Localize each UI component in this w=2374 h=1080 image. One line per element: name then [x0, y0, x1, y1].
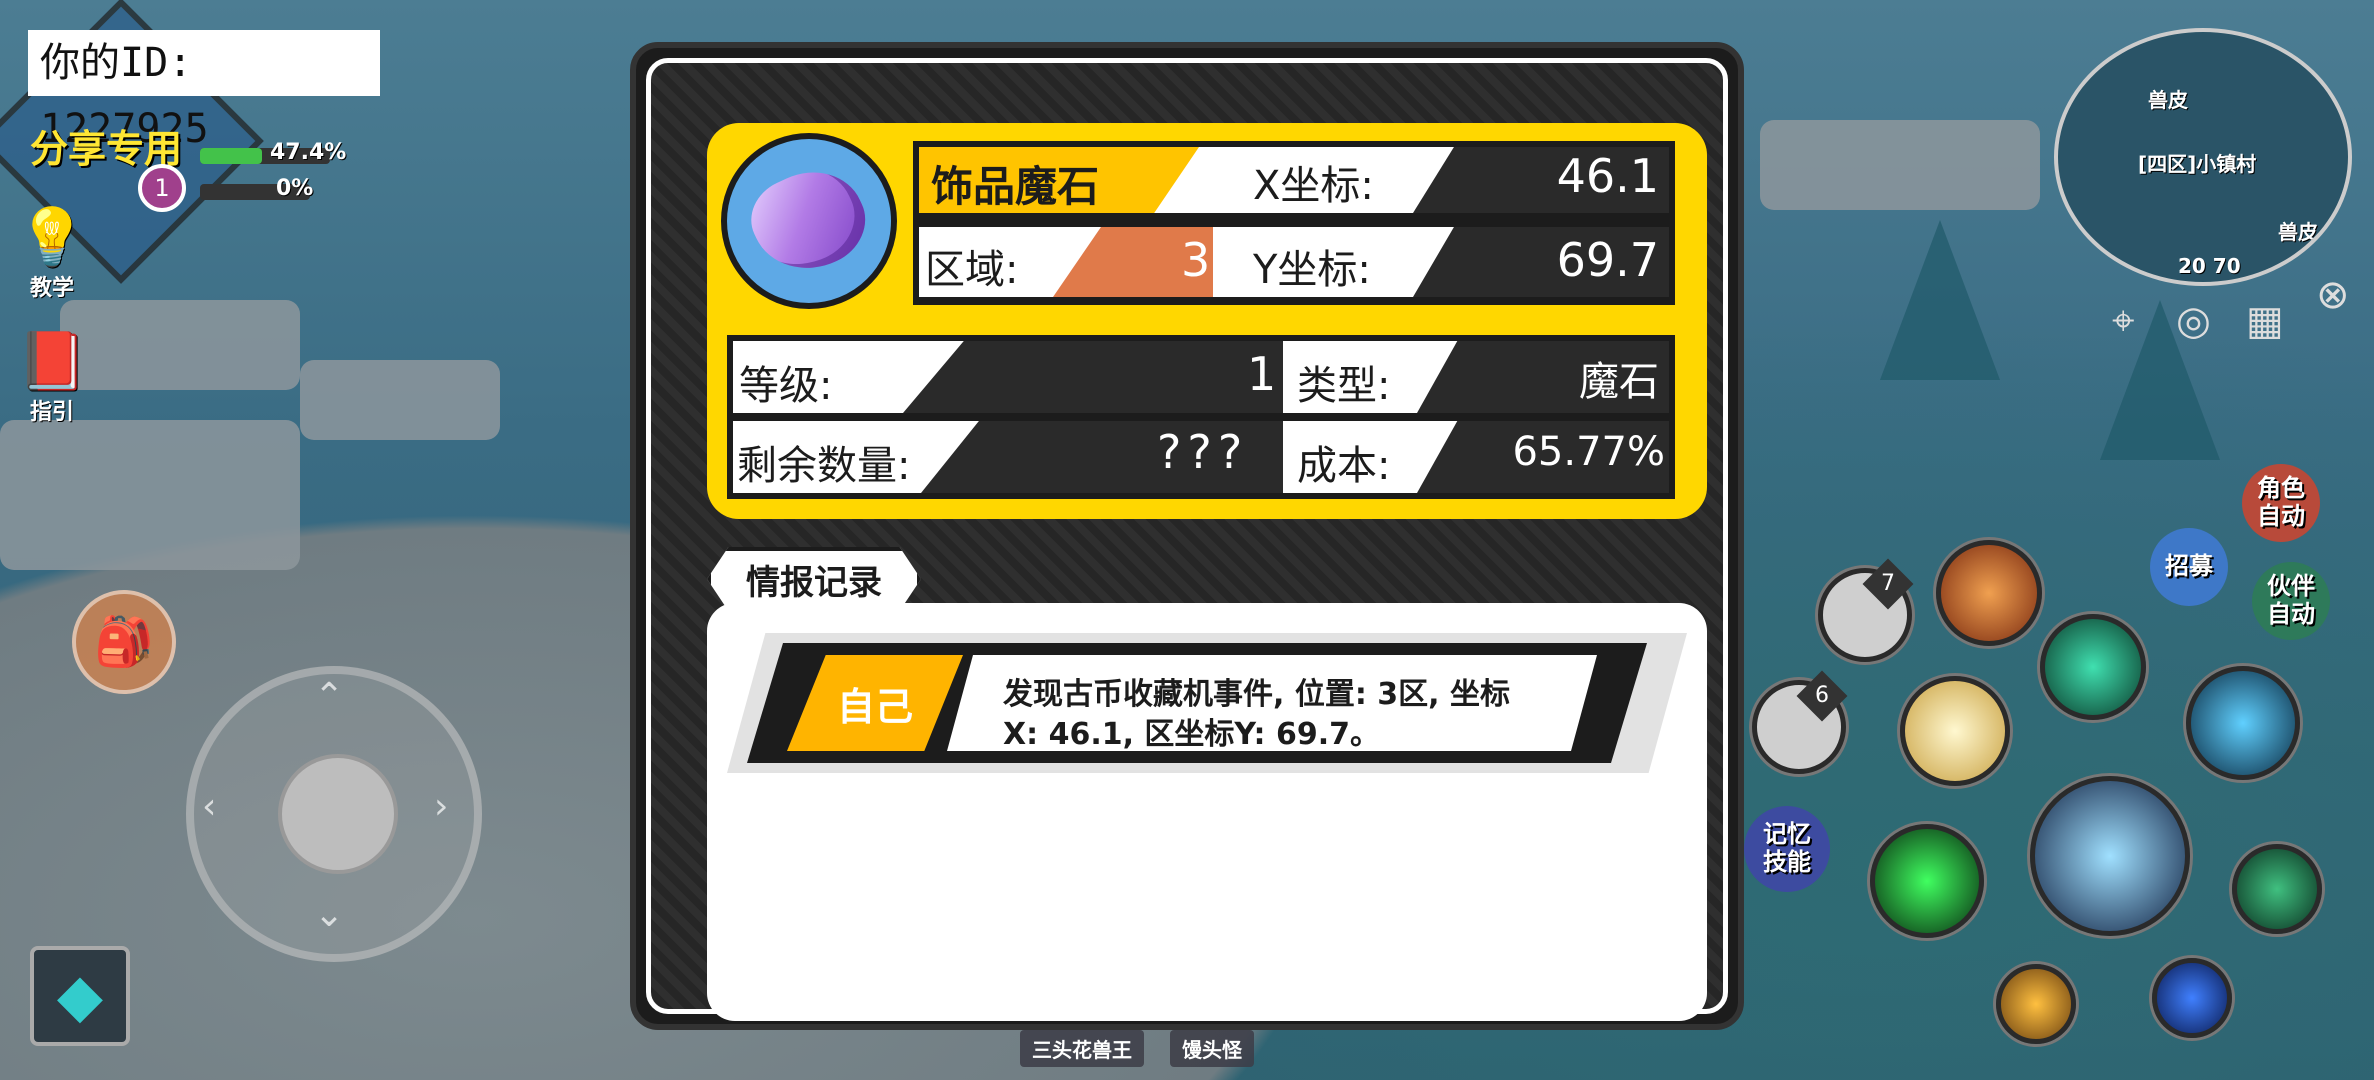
level-label: 等级: — [739, 363, 833, 409]
remaining-value: ??? — [1157, 425, 1249, 479]
map-icon[interactable]: ▦ — [2246, 298, 2284, 344]
backpack-icon: 🎒 — [94, 614, 154, 670]
blade-skill-button[interactable] — [2186, 666, 2300, 780]
minimap-marker: 兽皮 — [2148, 88, 2188, 112]
intel-record-item[interactable]: 自己 发现古币收藏机事件, 位置: 3区, 坐标X: 46.1, 区坐标Y: 6… — [747, 643, 1647, 763]
dash-skill-button[interactable] — [1996, 964, 2076, 1044]
diamond-icon: ◆ — [56, 961, 104, 1031]
hp-percent: 47.4% — [270, 140, 347, 165]
joystick-down-arrow: ⌄ — [314, 894, 345, 935]
item-name: 饰品魔石 — [931, 162, 1100, 211]
exp-percent: 0% — [276, 176, 314, 201]
tree — [1880, 220, 2000, 380]
hp-bar-fill — [200, 148, 262, 164]
minimap[interactable]: [四区]小镇村 20 70 兽皮 兽皮 — [2054, 28, 2352, 286]
rock — [0, 420, 300, 570]
item-card: 饰品魔石 X坐标: 46.1 区域: 3 Y坐标: 69.7 等级: 1 类型: — [707, 123, 1707, 519]
rock — [60, 300, 300, 390]
jump-skill-button[interactable] — [2152, 958, 2232, 1038]
poison-skill-button[interactable] — [1870, 824, 1984, 938]
guide-button[interactable]: 📕 指引 — [12, 330, 92, 426]
location-pin-icon[interactable]: ⌖ — [2112, 298, 2135, 344]
cost-label: 成本: — [1297, 443, 1391, 489]
intel-record-tab[interactable]: 情报记录 — [707, 547, 921, 611]
main-attack-button[interactable] — [2030, 776, 2190, 936]
rock — [1760, 120, 2040, 210]
guide-label: 指引 — [29, 400, 74, 425]
level-field — [903, 341, 1283, 413]
panel-inner: 饰品魔石 X坐标: 46.1 区域: 3 Y坐标: 69.7 等级: 1 类型: — [646, 58, 1728, 1021]
minimap-marker: 兽皮 — [2278, 220, 2318, 244]
magic-stone-icon — [738, 154, 880, 288]
record-message: 发现古币收藏机事件, 位置: 3区, 坐标X: 46.1, 区坐标Y: 69.7… — [1003, 677, 1510, 752]
partner-auto-button[interactable]: 伙伴 自动 — [2252, 562, 2330, 640]
level-value: 1 — [1247, 347, 1277, 401]
movement-joystick[interactable]: ⌃ ⌄ ‹ › — [186, 666, 482, 962]
menu-diamond-button[interactable]: ◆ — [30, 946, 130, 1046]
hide-eye-icon[interactable]: ⊗ — [2316, 272, 2350, 318]
tutorial-label: 教学 — [29, 276, 74, 301]
aim-target-button[interactable] — [2232, 844, 2322, 934]
joystick-left-arrow: ‹ — [202, 786, 217, 827]
intel-record-list[interactable]: 自己 发现古币收藏机事件, 位置: 3区, 坐标X: 46.1, 区坐标Y: 6… — [707, 603, 1707, 1021]
record-body: 发现古币收藏机事件, 位置: 3区, 坐标X: 46.1, 区坐标Y: 69.7… — [947, 655, 1597, 751]
wind-skill-button[interactable] — [2040, 614, 2146, 720]
y-coord-label: Y坐标: — [1253, 247, 1371, 293]
document-icon: 📕 — [17, 329, 87, 394]
region-value: 3 — [1181, 233, 1211, 287]
enemy-tag: 馒头怪 — [1170, 1030, 1254, 1067]
region-label: 区域: — [925, 247, 1019, 293]
target-icon[interactable]: ◎ — [2176, 298, 2211, 344]
item-stats-box: 等级: 1 类型: 魔石 剩余数量: ??? 成本: 65.77% — [727, 335, 1675, 499]
x-coord-value: 46.1 — [1556, 149, 1659, 203]
joystick-right-arrow: › — [434, 786, 449, 827]
memory-skill-button[interactable]: 记忆 技能 — [1744, 806, 1830, 892]
x-coord-label: X坐标: — [1253, 163, 1374, 209]
minimap-area-label: [四区]小镇村 — [2138, 152, 2257, 176]
enemy-tag: 三头花兽王 — [1020, 1030, 1144, 1067]
summon-beast-skill-button[interactable] — [1900, 676, 2010, 786]
item-info-panel: 饰品魔石 X坐标: 46.1 区域: 3 Y坐标: 69.7 等级: 1 类型: — [630, 42, 1744, 1030]
remaining-label: 剩余数量: — [737, 443, 911, 489]
type-value: 魔石 — [1579, 359, 1659, 405]
rock — [300, 360, 500, 440]
joystick-knob[interactable] — [278, 754, 398, 874]
item-icon — [721, 133, 897, 309]
cost-value: 65.77% — [1512, 429, 1665, 475]
type-label: 类型: — [1297, 363, 1391, 409]
fire-skill-button[interactable] — [1936, 540, 2042, 646]
summon-button[interactable]: 招募 — [2150, 528, 2228, 606]
blue-potion-count: 6 — [1796, 670, 1848, 722]
tutorial-button[interactable]: 💡 教学 — [12, 206, 92, 302]
y-coord-value: 69.7 — [1556, 233, 1659, 287]
joystick-up-arrow: ⌃ — [314, 676, 345, 717]
player-id: 你的ID: 1227925 — [28, 30, 380, 152]
item-header-box: 饰品魔石 X坐标: 46.1 区域: 3 Y坐标: 69.7 — [913, 141, 1675, 305]
minimap-coords: 20 70 — [2178, 254, 2241, 278]
role-auto-button[interactable]: 角色 自动 — [2242, 464, 2320, 542]
backpack-button[interactable]: 🎒 — [72, 590, 176, 694]
record-source-badge: 自己 — [787, 655, 963, 751]
red-potion-count: 7 — [1862, 558, 1914, 610]
lightbulb-icon: 💡 — [17, 205, 87, 270]
player-level-badge: 1 — [138, 164, 186, 212]
